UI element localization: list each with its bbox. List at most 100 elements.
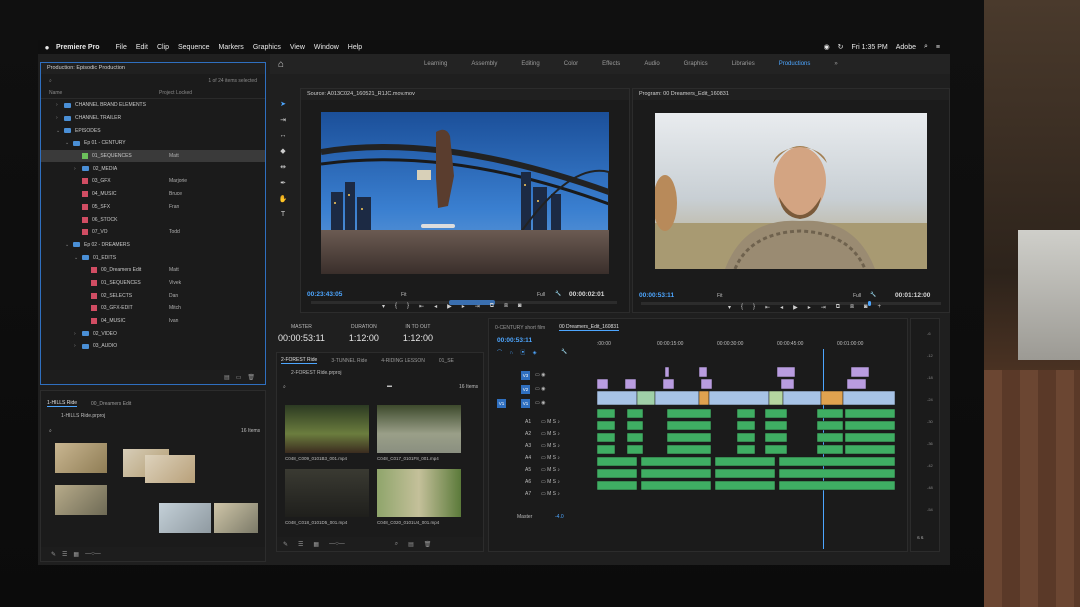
forest-thumb-2[interactable] <box>377 405 461 453</box>
new-item-icon[interactable]: ▭ <box>236 374 242 381</box>
title-clip[interactable] <box>662 378 675 390</box>
program-fit-select[interactable]: Fit <box>717 293 723 299</box>
video-clip[interactable] <box>708 390 770 406</box>
program-go-to-in-icon[interactable]: ⇤ <box>765 304 770 311</box>
title-clip[interactable] <box>664 366 670 378</box>
workspace-tab-color[interactable]: Color <box>564 61 578 67</box>
audio-clip[interactable] <box>736 408 756 419</box>
audio-track-label-a1[interactable]: A1 <box>525 419 531 425</box>
source-settings-icon[interactable]: 🔧 <box>555 291 561 297</box>
forest-search-icon[interactable]: ⌕ <box>395 541 398 548</box>
video-clip[interactable] <box>654 390 700 406</box>
disclosure-triangle-icon[interactable]: ⌄ <box>65 140 73 146</box>
audio-track-mute-solo-icon[interactable]: ▭ M S ♪ <box>541 419 560 425</box>
video-clip[interactable] <box>782 390 822 406</box>
disclosure-triangle-icon[interactable]: › <box>56 115 64 121</box>
title-clip[interactable] <box>624 378 637 390</box>
pen-tool-icon[interactable]: ✒ <box>280 179 286 187</box>
column-project-locked[interactable]: Project Locked <box>159 90 192 96</box>
tab-tunnel-ride[interactable]: 3-TUNNEL Ride <box>331 358 367 364</box>
user-name[interactable]: Adobe <box>896 44 916 51</box>
lift-icon[interactable]: ⧉ <box>836 304 840 311</box>
project-row[interactable]: 04_MUSIC Ivan <box>41 315 265 328</box>
project-row[interactable]: 07_VO Todd <box>41 226 265 239</box>
workspace-tab-effects[interactable]: Effects <box>602 61 620 67</box>
audio-track-label-a5[interactable]: A5 <box>525 467 531 473</box>
audio-clip[interactable] <box>640 468 712 479</box>
project-row[interactable]: 02_SELECTS Dan <box>41 289 265 302</box>
hills-thumb-6[interactable] <box>214 503 258 533</box>
menu-graphics[interactable]: Graphics <box>253 44 281 51</box>
project-row[interactable]: ⌄ 01_EDITS <box>41 251 265 264</box>
program-mark-in-icon[interactable]: { <box>741 304 743 311</box>
export-frame-icon[interactable]: ◙ <box>518 303 522 310</box>
audio-clip[interactable] <box>736 444 756 455</box>
project-row[interactable]: › CHANNEL BRAND ELEMENTS <box>41 99 265 112</box>
program-step-back-icon[interactable]: ◂ <box>780 304 783 311</box>
go-to-out-icon[interactable]: ⇥ <box>475 303 480 310</box>
audio-clip[interactable] <box>597 444 616 455</box>
disclosure-triangle-icon[interactable]: ⌄ <box>56 128 64 134</box>
source-resolution-select[interactable]: Full <box>537 292 545 298</box>
video-clip[interactable] <box>842 390 895 406</box>
forest-trash-icon[interactable]: 🗑 <box>424 541 432 548</box>
audio-clip[interactable] <box>764 444 788 455</box>
track-target-v1[interactable]: V1 <box>521 399 530 408</box>
video-clip[interactable] <box>768 390 784 406</box>
title-clip[interactable] <box>597 378 609 390</box>
title-clip[interactable] <box>776 366 796 378</box>
program-go-to-out-icon[interactable]: ⇥ <box>821 304 826 311</box>
program-play-icon[interactable]: ▶ <box>793 304 798 311</box>
audio-clip[interactable] <box>714 480 776 491</box>
audio-clip[interactable] <box>714 468 776 479</box>
forest-bin-folder-icon[interactable]: ▬ <box>387 383 392 389</box>
title-clip[interactable] <box>700 378 713 390</box>
video-clip[interactable] <box>636 390 656 406</box>
forest-thumb-4[interactable] <box>377 469 461 517</box>
workspace-tab-productions[interactable]: Productions <box>779 61 811 67</box>
tab-forest-ride[interactable]: 2-FOREST Ride <box>281 357 318 364</box>
project-row[interactable]: › 02_VIDEO <box>41 327 265 340</box>
audio-clip[interactable] <box>714 456 776 467</box>
audio-clip[interactable] <box>640 480 712 491</box>
forest-icon-view-icon[interactable]: ▦ <box>313 541 319 548</box>
project-row[interactable]: 00_Dreamers Edit Matt <box>41 264 265 277</box>
project-row[interactable]: ⌄ EPISODES <box>41 124 265 137</box>
tab-century-short-film[interactable]: 0-CENTURY short film <box>495 325 545 331</box>
project-row[interactable]: 01_SEQUENCES Matt <box>41 149 265 163</box>
disclosure-triangle-icon[interactable]: ⌄ <box>74 255 82 261</box>
program-monitor-title[interactable]: Program: 00 Dreamers_Edit_160831 <box>633 89 949 100</box>
program-marker-icon[interactable]: ▾ <box>728 304 731 311</box>
audio-clip[interactable] <box>844 432 895 443</box>
hand-tool-icon[interactable]: ✋ <box>279 195 288 203</box>
forest-new-bin-icon[interactable]: ▤ <box>408 541 414 548</box>
title-clip[interactable] <box>846 378 867 390</box>
source-monitor-title[interactable]: Source: A013C024_160521_R1JC.mov.mov <box>301 89 629 100</box>
hills-thumb-3[interactable] <box>145 455 195 483</box>
source-patch-v1[interactable]: V1 <box>497 399 506 408</box>
audio-clip[interactable] <box>778 456 895 467</box>
video-clip[interactable] <box>597 390 638 406</box>
selection-tool-icon[interactable]: ➤ <box>280 100 286 108</box>
track-controls-icon[interactable]: ▭ ◉ <box>535 372 545 378</box>
forest-list-view-icon[interactable]: ☰ <box>298 541 303 548</box>
menu-file[interactable]: File <box>116 44 127 51</box>
audio-clip[interactable] <box>736 420 756 431</box>
program-step-forward-icon[interactable]: ▸ <box>808 304 811 311</box>
disclosure-triangle-icon[interactable]: › <box>74 343 82 349</box>
menu-help[interactable]: Help <box>348 44 362 51</box>
type-tool-icon[interactable]: T <box>281 211 285 218</box>
track-controls-icon[interactable]: ▭ ◉ <box>535 400 545 406</box>
zoom-slider-icon[interactable]: —○— <box>85 551 101 557</box>
trash-icon[interactable]: 🗑 <box>247 374 255 381</box>
audio-track-label-a6[interactable]: A6 <box>525 479 531 485</box>
forest-pencil-icon[interactable]: ✎ <box>283 541 288 548</box>
project-row[interactable]: ⌄ Ep 01 - CENTURY <box>41 137 265 150</box>
audio-clip[interactable] <box>640 456 712 467</box>
tab-hills-ride[interactable]: 1-HILLS Ride <box>47 400 78 407</box>
source-timecode[interactable]: 00:23:43:05 <box>307 291 342 298</box>
disclosure-triangle-icon[interactable]: ⌄ <box>65 242 73 248</box>
title-clip[interactable] <box>698 366 708 378</box>
track-select-tool-icon[interactable]: ⇥ <box>280 116 286 124</box>
hills-thumb-4[interactable] <box>55 485 107 515</box>
